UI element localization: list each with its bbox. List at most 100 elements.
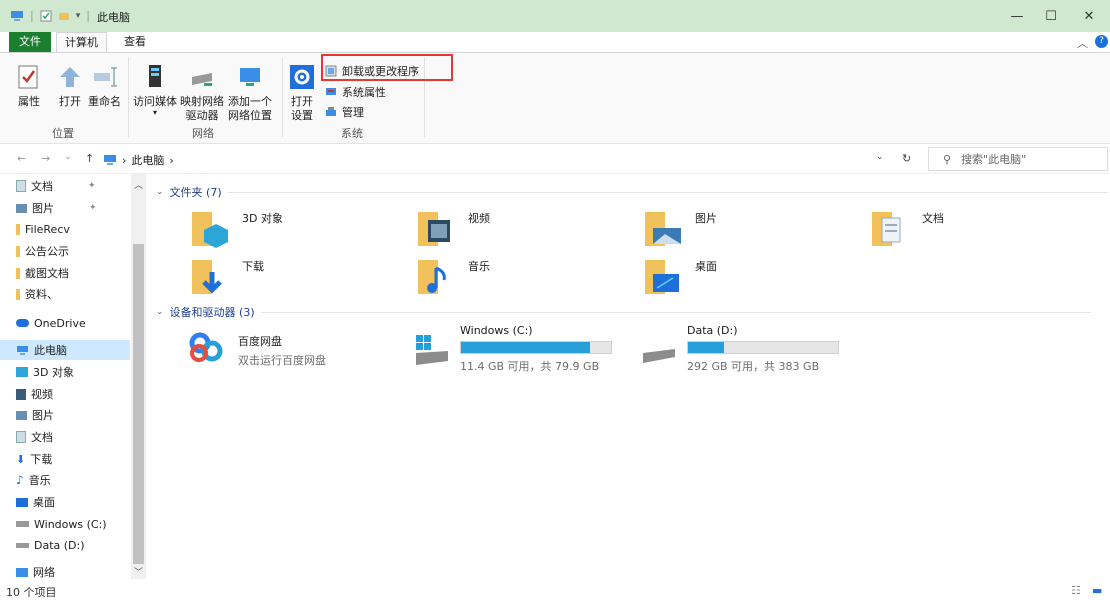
sidebar-item-network[interactable]: 网络: [16, 562, 55, 582]
tab-file[interactable]: 文件: [9, 32, 51, 52]
rename-button[interactable]: 重命名: [88, 61, 121, 109]
breadcrumb-separator-icon: ›: [169, 153, 174, 167]
sidebar-item-label: 桌面: [33, 496, 55, 509]
sidebar-item-label: 下载: [30, 453, 53, 466]
sidebar-item-label: 截图文档: [25, 267, 69, 280]
sidebar-item-documents[interactable]: 文档 ✦: [16, 176, 96, 196]
folder-3d-objects[interactable]: 3D 对象: [190, 206, 283, 250]
collapse-ribbon-icon[interactable]: ︿: [1077, 35, 1088, 51]
device-name: 百度网盘: [238, 335, 282, 348]
folder-desktop[interactable]: 桌面: [643, 254, 717, 298]
sidebar-item-drive-c[interactable]: Windows (C:): [16, 514, 107, 534]
system-properties-button[interactable]: 系统属性: [325, 84, 386, 100]
access-media-button[interactable]: 访问媒体 ▾: [133, 61, 177, 117]
open-button[interactable]: 打开: [55, 61, 85, 109]
devices-group-header[interactable]: ⌄ 设备和驱动器 (3): [156, 304, 1091, 320]
title-bar: | ▾ | 此电脑 — ☐ ✕: [0, 0, 1110, 32]
sidebar-item-label: FileRecv: [25, 222, 70, 236]
documents-icon: [16, 180, 26, 192]
collapse-chevron-icon: ⌄: [156, 307, 164, 317]
add-network-location-button[interactable]: 添加一个 网络位置: [228, 61, 272, 123]
folders-group-header[interactable]: ⌄ 文件夹 (7): [156, 184, 1108, 200]
drive-icon: [643, 349, 675, 363]
search-icon: ⚲: [943, 152, 952, 166]
sidebar-item-pictures[interactable]: 图片 ✦: [16, 198, 97, 218]
minimize-icon: —: [1010, 8, 1024, 24]
breadcrumb-item[interactable]: 此电脑: [131, 152, 164, 168]
access-media-label: 访问媒体: [133, 95, 177, 108]
address-dropdown-icon[interactable]: ⌄: [876, 152, 884, 162]
folder-label: 3D 对象: [242, 212, 283, 225]
address-bar: ← → ⌄ ↑ › 此电脑 › ⌄ ↻ ⚲ 搜索"此电脑": [0, 144, 1110, 174]
back-arrow-icon[interactable]: ←: [17, 152, 26, 165]
pc-icon[interactable]: [10, 10, 24, 22]
tab-computer[interactable]: 计算机: [56, 32, 107, 52]
folder-documents[interactable]: 文档: [870, 206, 944, 250]
scroll-down-icon[interactable]: ﹀: [134, 565, 143, 578]
forward-arrow-icon[interactable]: →: [41, 152, 50, 165]
documents-icon: [16, 431, 26, 443]
scroll-up-icon[interactable]: ︿: [134, 178, 143, 191]
sidebar-item-music[interactable]: ♪ 音乐: [16, 470, 51, 490]
sidebar-item-screenshots[interactable]: 截图文档: [16, 263, 69, 283]
sidebar-item-drive-d[interactable]: Data (D:): [16, 535, 85, 555]
sidebar-item-label: 文档: [31, 180, 53, 193]
pc-icon: [17, 345, 28, 355]
drive-c[interactable]: Windows (C:) 11.4 GB 可用，共 79.9 GB: [412, 324, 612, 374]
network-icon: [16, 567, 28, 577]
pin-icon[interactable]: ✦: [88, 181, 96, 191]
rename-label: 重命名: [88, 95, 121, 108]
system-properties-label: 系统属性: [342, 86, 386, 99]
sidebar-item-label: 公告公示: [25, 245, 69, 258]
recent-locations-icon[interactable]: ⌄: [64, 152, 72, 162]
sidebar-item-videos[interactable]: 视频: [16, 384, 53, 404]
sidebar-item-onedrive[interactable]: OneDrive: [16, 313, 86, 333]
item-count: 10 个项目: [6, 586, 57, 599]
window-title: 此电脑: [97, 11, 130, 24]
sidebar-item-pictures-pc[interactable]: 图片: [16, 405, 54, 425]
search-box[interactable]: ⚲ 搜索"此电脑": [928, 147, 1108, 171]
manage-button[interactable]: 管理: [325, 104, 364, 120]
drive-d[interactable]: Data (D:) 292 GB 可用，共 383 GB: [639, 324, 839, 374]
properties-qa-icon[interactable]: [40, 10, 52, 22]
folder-downloads[interactable]: 下载: [190, 254, 264, 298]
sidebar-item-this-pc[interactable]: 此电脑: [0, 340, 130, 360]
sidebar-item-documents-pc[interactable]: 文档: [16, 427, 53, 447]
folder-videos[interactable]: 视频: [416, 206, 490, 250]
pictures-icon: [16, 410, 27, 420]
map-network-drive-button[interactable]: 映射网络 驱动器: [180, 61, 224, 123]
close-button[interactable]: ✕: [1066, 0, 1110, 32]
details-view-icon[interactable]: ☷: [1071, 584, 1081, 597]
device-baidu-netdisk[interactable]: 百度网盘 双击运行百度网盘: [186, 329, 326, 373]
group-title: 设备和驱动器 (3): [169, 306, 255, 319]
sidebar-item-downloads[interactable]: ⬇ 下载: [16, 449, 52, 469]
sidebar-item-label: 网络: [33, 566, 55, 579]
folder-label: 桌面: [695, 260, 717, 273]
folder-music[interactable]: 音乐: [416, 254, 490, 298]
3d-objects-folder-icon: [190, 206, 234, 250]
pin-icon[interactable]: ✦: [89, 203, 97, 213]
open-settings-button[interactable]: 打开 设置: [287, 61, 317, 123]
sidebar-item-label: 文档: [31, 431, 53, 444]
sidebar-item-announcements[interactable]: 公告公示: [16, 241, 69, 261]
sidebar-item-3d-objects[interactable]: 3D 对象: [16, 362, 74, 382]
breadcrumb[interactable]: › 此电脑 ›: [103, 152, 174, 168]
large-icons-view-icon[interactable]: ▬: [1092, 584, 1102, 597]
tab-view[interactable]: 查看: [116, 32, 154, 52]
sidebar-item-filerecv[interactable]: FileRecv: [16, 219, 70, 239]
qa-dropdown-icon[interactable]: ▾: [76, 11, 81, 21]
new-folder-qa-icon[interactable]: [58, 10, 70, 22]
pictures-icon: [16, 203, 27, 213]
scrollbar-thumb[interactable]: [133, 244, 144, 564]
properties-button[interactable]: 属性: [14, 61, 44, 109]
open-settings-label-2: 设置: [291, 109, 313, 122]
help-icon[interactable]: ?: [1095, 35, 1108, 48]
collapse-chevron-icon: ⌄: [156, 187, 164, 197]
sidebar-item-desktop[interactable]: 桌面: [16, 492, 55, 512]
add-location-label-2: 网络位置: [228, 109, 272, 122]
sidebar-item-materials[interactable]: 资料、: [16, 284, 58, 304]
refresh-icon[interactable]: ↻: [902, 152, 911, 165]
pc-icon: [104, 155, 116, 165]
folder-pictures[interactable]: 图片: [643, 206, 717, 250]
up-arrow-icon[interactable]: ↑: [85, 152, 94, 165]
